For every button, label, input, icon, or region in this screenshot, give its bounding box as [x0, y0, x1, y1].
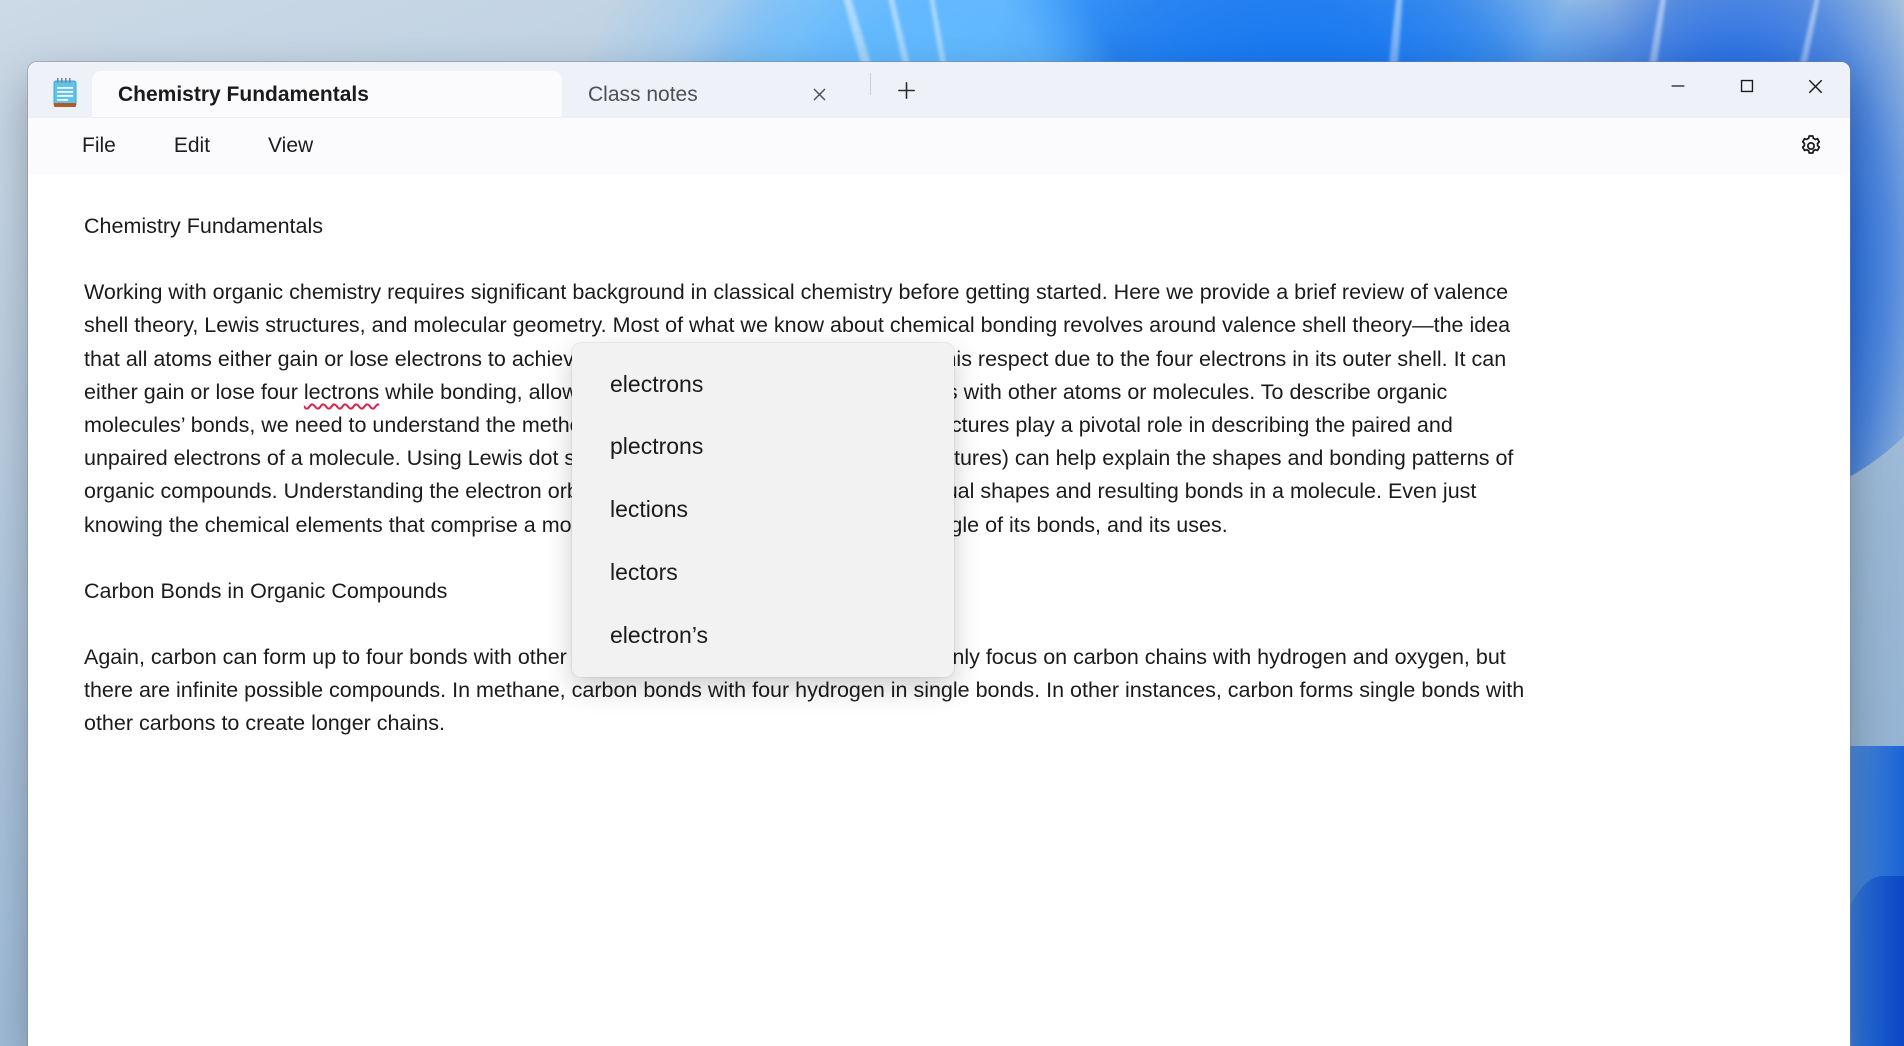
plus-icon[interactable] — [887, 71, 925, 109]
title-bar: Chemistry Fundamentals Class notes — [28, 62, 1850, 118]
tab-divider — [870, 73, 871, 95]
misspelled-word[interactable]: lectrons — [304, 380, 379, 404]
menu-file[interactable]: File — [64, 127, 134, 165]
document-title: Chemistry Fundamentals — [84, 210, 1526, 243]
suggestion-item[interactable]: electron’s — [572, 616, 954, 656]
maximize-icon[interactable] — [1712, 62, 1781, 110]
suggestion-item[interactable]: lections — [572, 490, 954, 530]
close-icon[interactable] — [1781, 62, 1850, 110]
menu-bar: File Edit View — [28, 118, 1850, 174]
document-editor[interactable]: Chemistry Fundamentals Working with orga… — [28, 174, 1850, 1046]
suggestion-item[interactable]: electrons — [572, 365, 954, 405]
tab-label: Chemistry Fundamentals — [118, 83, 369, 107]
notepad-window: Chemistry Fundamentals Class notes — [28, 62, 1850, 1046]
window-controls — [1643, 62, 1850, 118]
suggestion-item[interactable]: lectors — [572, 553, 954, 593]
tab-strip: Chemistry Fundamentals Class notes — [92, 62, 925, 118]
spelling-suggestion-menu: electrons plectrons lections lectors ele… — [572, 343, 954, 677]
tab-chemistry-fundamentals[interactable]: Chemistry Fundamentals — [92, 71, 562, 118]
gear-icon[interactable] — [1788, 123, 1834, 169]
tab-class-notes[interactable]: Class notes — [562, 71, 862, 118]
minimize-icon[interactable] — [1643, 62, 1712, 110]
close-icon[interactable] — [802, 78, 836, 112]
menu-view[interactable]: View — [250, 127, 331, 165]
menu-edit[interactable]: Edit — [156, 127, 228, 165]
notepad-icon — [48, 76, 82, 110]
suggestion-item[interactable]: plectrons — [572, 427, 954, 467]
tab-label: Class notes — [588, 83, 698, 107]
desktop-wallpaper: Chemistry Fundamentals Class notes — [0, 0, 1904, 1046]
